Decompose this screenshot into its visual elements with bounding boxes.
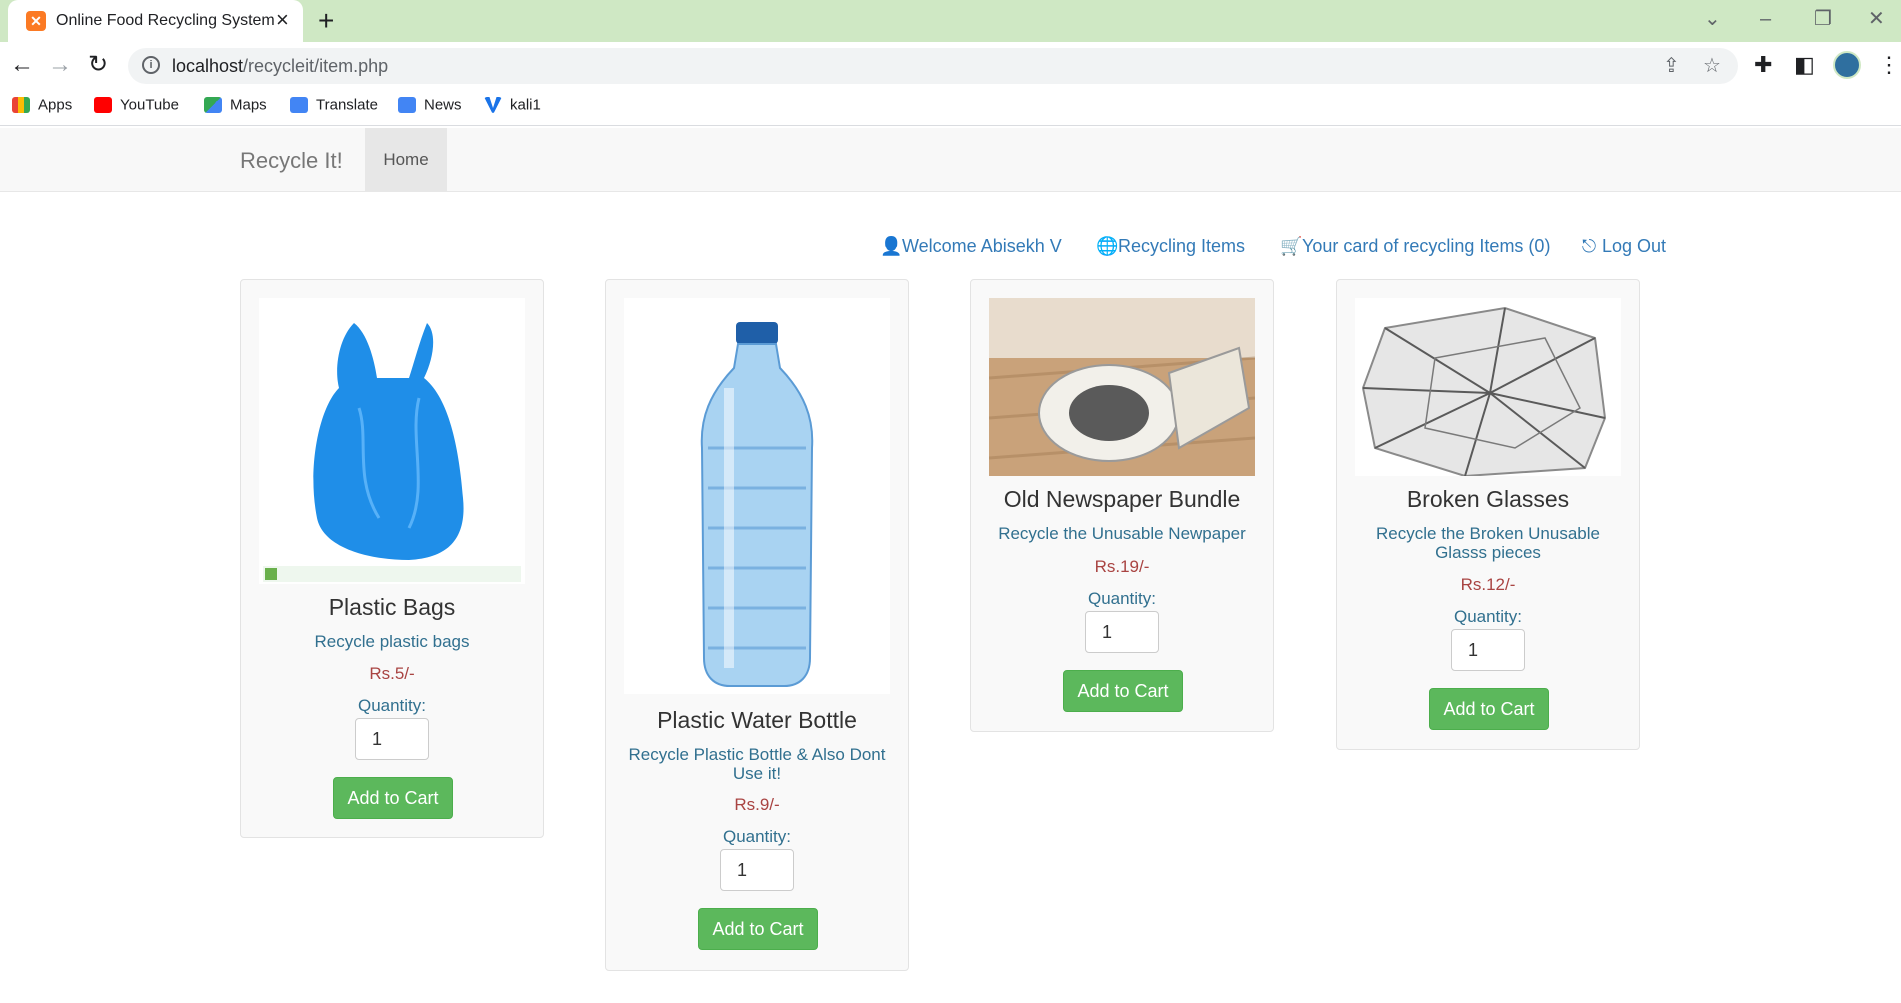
nav-home-link[interactable]: Home [365, 128, 447, 192]
add-to-cart-button[interactable]: Add to Cart [1063, 670, 1183, 712]
bookmark-maps[interactable]: Maps [204, 96, 267, 118]
bookmarks-bar: Apps YouTube Maps Translate News kali1 [0, 88, 1901, 126]
bookmark-news[interactable]: News [398, 96, 462, 118]
share-icon[interactable]: ⇪ [1663, 54, 1680, 78]
address-bar[interactable]: i localhost/recycleit/item.php ⇪ ☆ [128, 48, 1738, 84]
quantity-label: Quantity: [1453, 607, 1523, 626]
product-description: Recycle Plastic Bottle & Also Dont Use i… [628, 745, 886, 783]
add-to-cart-button[interactable]: Add to Cart [1429, 688, 1549, 730]
site-info-icon[interactable]: i [142, 56, 160, 74]
logout-icon: ⎋ [1581, 236, 1597, 256]
product-card-plastic-bags: Plastic Bags Recycle plastic bags Rs.5/-… [240, 279, 544, 838]
menu-icon[interactable]: ⋮ [1878, 52, 1900, 78]
youtube-icon [94, 96, 112, 113]
maps-icon [204, 96, 222, 113]
quantity-input[interactable] [1451, 629, 1525, 671]
back-icon[interactable]: ← [10, 50, 34, 80]
bookmark-youtube[interactable]: YouTube [94, 96, 179, 118]
add-to-cart-button[interactable]: Add to Cart [333, 777, 453, 819]
product-name: Plastic Water Bottle [657, 707, 857, 733]
logout-link[interactable]: ⎋ Log Out [1580, 236, 1666, 262]
product-description: Recycle the Broken Unusable Glasss piece… [1376, 524, 1600, 562]
quantity-input[interactable] [720, 849, 794, 891]
quantity-label: Quantity: [1087, 589, 1157, 608]
product-price: Rs.12/- [1460, 575, 1516, 594]
globe-icon: 🌐 [1096, 236, 1119, 256]
product-price: Rs.5/- [369, 664, 415, 683]
product-description: Recycle the Unusable Newpaper [998, 524, 1246, 543]
bookmark-star-icon[interactable]: ☆ [1703, 54, 1721, 78]
brand-link[interactable]: Recycle It! [240, 148, 343, 174]
xampp-favicon-icon: ✕ [26, 11, 46, 31]
cart-link[interactable]: 🛒Your card of recycling Items (0) [1280, 236, 1550, 262]
news-icon [398, 96, 416, 113]
quantity-label: Quantity: [357, 696, 427, 715]
browser-tab[interactable]: ✕ Online Food Recycling System × [8, 0, 303, 42]
minimize-icon[interactable]: – [1760, 6, 1771, 32]
user-icon: 👤 [880, 236, 903, 256]
product-name: Broken Glasses [1406, 486, 1570, 512]
side-panel-icon[interactable]: ◧ [1794, 52, 1815, 78]
welcome-link[interactable]: 👤Welcome Abisekh V [880, 236, 1062, 262]
recycling-items-link[interactable]: 🌐Recycling Items [1096, 236, 1245, 262]
extensions-icon[interactable]: ✚ [1754, 52, 1772, 78]
product-price: Rs.9/- [734, 795, 780, 814]
reload-icon[interactable]: ↻ [88, 50, 108, 80]
product-card-old-newspaper-bundle: Old Newspaper Bundle Recycle the Unusabl… [970, 279, 1274, 732]
bookmark-apps[interactable]: Apps [12, 96, 72, 118]
kali-icon [484, 96, 502, 113]
quantity-input[interactable] [1085, 611, 1159, 653]
browser-toolbar: ← → ↻ i localhost/recycleit/item.php ⇪ ☆… [0, 42, 1901, 88]
tab-title: Online Food Recycling System [56, 12, 275, 29]
profile-avatar[interactable] [1833, 51, 1861, 79]
apps-grid-icon [12, 96, 30, 113]
browser-tabstrip: ✕ Online Food Recycling System × + ⌄ – ❐… [0, 0, 1901, 42]
water-bottle-image [624, 298, 890, 694]
bookmark-kali1[interactable]: kali1 [484, 96, 541, 118]
product-card-broken-glasses: Broken Glasses Recycle the Broken Unusab… [1336, 279, 1640, 750]
tab-search-icon[interactable]: ⌄ [1704, 6, 1721, 32]
close-tab-icon[interactable]: × [276, 8, 289, 32]
site-navbar: Recycle It! Home [0, 128, 1901, 192]
product-name: Old Newspaper Bundle [1003, 486, 1241, 512]
plastic-bag-image [259, 298, 525, 584]
newspaper-image [989, 298, 1255, 476]
product-name: Plastic Bags [328, 594, 456, 620]
translate-icon [290, 96, 308, 113]
broken-glass-image [1355, 298, 1621, 476]
forward-icon[interactable]: → [48, 50, 72, 80]
product-description: Recycle plastic bags [314, 632, 470, 651]
product-card-plastic-water-bottle: Plastic Water Bottle Recycle Plastic Bot… [605, 279, 909, 971]
restore-icon[interactable]: ❐ [1814, 6, 1832, 32]
address-url[interactable]: localhost/recycleit/item.php [172, 56, 388, 77]
quantity-input[interactable] [355, 718, 429, 760]
quantity-label: Quantity: [722, 827, 792, 846]
close-window-icon[interactable]: ✕ [1868, 6, 1885, 32]
new-tab-icon[interactable]: + [318, 6, 334, 36]
bookmark-translate[interactable]: Translate [290, 96, 378, 118]
add-to-cart-button[interactable]: Add to Cart [698, 908, 818, 950]
product-price: Rs.19/- [1094, 557, 1150, 576]
cart-icon: 🛒 [1280, 236, 1303, 256]
